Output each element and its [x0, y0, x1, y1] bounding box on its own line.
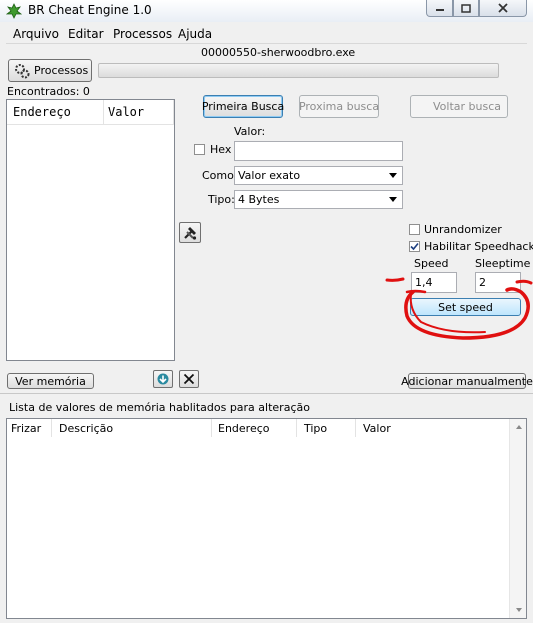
address-list-label: Lista de valores de memória hablitados p… [9, 401, 310, 414]
unrandomizer-label: Unrandomizer [424, 223, 502, 236]
maximize-button[interactable] [453, 0, 479, 17]
menu-arquivo[interactable]: Arquivo [13, 27, 59, 41]
unrandomizer-checkbox[interactable] [409, 224, 420, 235]
value-type-value: 4 Bytes [238, 193, 280, 206]
first-scan-button[interactable]: Primeira Busca [202, 95, 284, 118]
header-divider [7, 124, 174, 125]
hex-label: Hex [210, 143, 232, 156]
scan-progress-bar [98, 63, 499, 78]
sleeptime-label: Sleeptime [475, 257, 531, 270]
process-gear-icon [15, 63, 30, 78]
chevron-down-icon [389, 173, 397, 178]
speed-label: Speed [414, 257, 449, 270]
column-descricao[interactable]: Descrição [52, 419, 212, 437]
next-scan-button[interactable]: Proxima busca [299, 95, 379, 118]
column-valor-list[interactable]: Valor [356, 419, 510, 437]
speedhack-label: Habilitar Speedhack [424, 240, 533, 253]
add-to-list-button[interactable] [153, 370, 173, 388]
column-endereco[interactable]: Endereço [7, 100, 104, 124]
process-name: 00000550-sherwoodbro.exe [201, 46, 356, 59]
scan-type-select[interactable]: Valor exato [234, 166, 403, 185]
column-valor[interactable]: Valor [104, 100, 174, 124]
value-type-select[interactable]: 4 Bytes [234, 190, 403, 209]
menu-ajuda[interactable]: Ajuda [178, 27, 212, 41]
close-icon [498, 3, 508, 13]
found-count: Encontrados: 0 [7, 85, 90, 98]
processes-button[interactable]: Processos [8, 59, 92, 82]
chevron-down-icon [389, 197, 397, 202]
vertical-scrollbar[interactable] [509, 419, 526, 618]
column-endereco-list[interactable]: Endereço [212, 419, 297, 437]
hex-checkbox[interactable] [194, 144, 205, 155]
view-memory-button[interactable]: Ver memória [7, 373, 94, 389]
scroll-down-icon[interactable] [516, 608, 522, 612]
x-icon [183, 373, 195, 385]
como-label: Como: [202, 169, 238, 182]
title-bar: BR Cheat Engine 1.0 [0, 0, 533, 22]
checkmark-icon [410, 242, 419, 251]
arrow-down-icon [157, 373, 169, 385]
scroll-up-icon[interactable] [516, 425, 522, 429]
value-label: Valor: [234, 125, 266, 138]
maximize-icon [461, 3, 471, 13]
column-tipo[interactable]: Tipo [297, 419, 356, 437]
tools-icon [184, 226, 197, 240]
red-annotation-circle [385, 277, 533, 340]
close-button[interactable] [479, 0, 527, 17]
address-list[interactable]: Frizar Descrição Endereço Tipo Valor [6, 418, 527, 619]
cheat-engine-app-icon [6, 3, 22, 19]
speedhack-checkbox[interactable] [409, 241, 420, 252]
delete-button[interactable] [179, 370, 199, 388]
settings-tool-button[interactable] [179, 222, 201, 243]
minimize-button[interactable] [426, 0, 453, 17]
undo-scan-button[interactable]: Voltar busca [410, 95, 508, 118]
scan-type-value: Valor exato [238, 169, 301, 182]
value-input[interactable] [234, 141, 403, 161]
menu-processos[interactable]: Processos [113, 27, 172, 41]
column-frizar[interactable]: Frizar [7, 419, 52, 437]
menu-editar[interactable]: Editar [68, 27, 104, 41]
window-title: BR Cheat Engine 1.0 [28, 3, 152, 17]
menu-bar: Arquivo Editar Processos Ajuda [6, 26, 527, 44]
processes-button-label: Processos [34, 64, 89, 77]
tipo-label: Tipo: [208, 193, 235, 206]
minimize-icon [435, 9, 444, 11]
splitter[interactable] [0, 393, 533, 394]
add-manually-button[interactable]: Adicionar manualmente [401, 373, 533, 389]
results-list[interactable]: Endereço Valor [6, 99, 175, 361]
